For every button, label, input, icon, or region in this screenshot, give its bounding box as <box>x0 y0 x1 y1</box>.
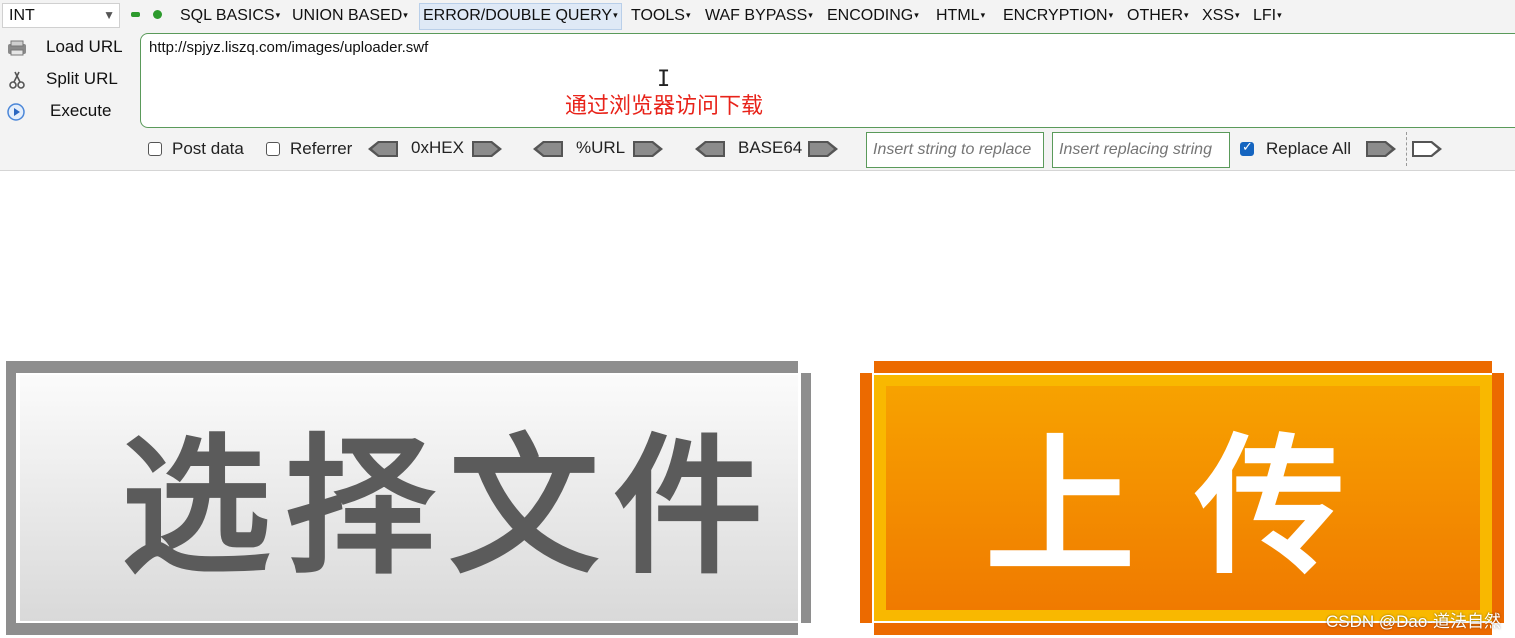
hex-encode-arrow-icon[interactable] <box>472 141 502 157</box>
menu-label: OTHER <box>1127 7 1183 24</box>
menu-encryption[interactable]: ENCRYPTION▾ <box>1000 3 1116 28</box>
replace-execute-arrow-icon[interactable] <box>1366 141 1396 157</box>
split-url-button[interactable]: Split URL <box>6 66 134 94</box>
url-encode-arrow-icon[interactable] <box>633 141 663 157</box>
menu-label: LFI <box>1253 7 1277 24</box>
menu-encoding[interactable]: ENCODING▾ <box>824 3 922 28</box>
type-select-value: INT <box>9 7 35 24</box>
replace-next-arrow-icon[interactable] <box>1412 141 1442 157</box>
menu-label: XSS <box>1202 7 1235 24</box>
menu-waf-bypass[interactable]: WAF BYPASS▾ <box>702 3 816 28</box>
menu-label: ERROR/DOUBLE QUERY <box>423 7 613 24</box>
replacing-string-input[interactable] <box>1052 132 1230 168</box>
url-decode-arrow-icon[interactable] <box>533 141 563 157</box>
menu-union-based[interactable]: UNION BASED▾ <box>289 3 411 28</box>
upload-label: 上传 <box>985 421 1406 595</box>
load-url-button[interactable]: Load URL <box>6 34 134 62</box>
base64-encode-arrow-icon[interactable] <box>808 141 838 157</box>
base64-label: BASE64 <box>738 138 803 157</box>
choose-file-label: 选择文件 <box>121 421 778 595</box>
menu-label: ENCODING <box>827 7 914 24</box>
menu-sql-basics[interactable]: SQL BASICS▾ <box>177 3 283 28</box>
menu-label: UNION BASED <box>292 7 403 24</box>
collapse-icon[interactable] <box>131 12 140 17</box>
menu-label: TOOLS <box>631 7 685 24</box>
replace-string-input[interactable] <box>866 132 1044 168</box>
load-url-label: Load URL <box>46 37 123 56</box>
watermark: CSDN @Dao-道法自然 <box>1326 612 1501 631</box>
upload-button[interactable]: 上传 <box>860 361 1505 636</box>
execute-label: Execute <box>50 101 112 120</box>
play-icon <box>7 103 25 121</box>
menu-html[interactable]: HTML▾ <box>933 3 988 28</box>
menu-label: ENCRYPTION <box>1003 7 1108 24</box>
hex-label: 0xHEX <box>411 138 464 157</box>
menu-lfi[interactable]: LFI▾ <box>1250 3 1285 28</box>
menu-label: SQL BASICS <box>180 7 275 24</box>
split-url-label: Split URL <box>46 69 118 88</box>
execute-button[interactable]: Execute <box>6 98 134 126</box>
load-url-icon <box>8 40 26 56</box>
choose-file-button[interactable]: 选择文件 <box>6 361 811 636</box>
hex-decode-arrow-icon[interactable] <box>368 141 398 157</box>
url-encode-label: %URL <box>576 138 626 157</box>
referrer-label: Referrer <box>290 139 353 158</box>
hackbar-toolbar: INT ▼ SQL BASICS▾ UNION BASED▾ ERROR/DOU… <box>0 0 1515 171</box>
menu-label: HTML <box>936 7 980 24</box>
options-row: Post data Referrer 0xHEX %URL BASE64 Rep… <box>0 132 1515 168</box>
expand-icon[interactable] <box>153 10 162 19</box>
menu-other[interactable]: OTHER▾ <box>1124 3 1192 28</box>
url-textarea[interactable]: http://spjyz.liszq.com/images/uploader.s… <box>140 33 1515 128</box>
type-select[interactable]: INT ▼ <box>2 3 120 28</box>
post-data-label: Post data <box>172 139 244 158</box>
post-data-checkbox[interactable] <box>148 142 162 156</box>
base64-decode-arrow-icon[interactable] <box>695 141 725 157</box>
menu-bar: INT ▼ SQL BASICS▾ UNION BASED▾ ERROR/DOU… <box>0 0 1515 31</box>
chevron-down-icon: ▼ <box>103 8 115 22</box>
url-text: http://spjyz.liszq.com/images/uploader.s… <box>149 39 429 56</box>
menu-xss[interactable]: XSS▾ <box>1199 3 1243 28</box>
separator <box>1406 132 1407 166</box>
annotation-text: 通过浏览器访问下载 <box>565 93 764 118</box>
menu-label: WAF BYPASS <box>705 7 808 24</box>
menu-error-double-query[interactable]: ERROR/DOUBLE QUERY▾ <box>419 3 622 30</box>
scissors-icon <box>9 71 25 89</box>
replace-all-checkbox[interactable] <box>1240 139 1254 156</box>
referrer-checkbox[interactable] <box>266 142 280 156</box>
menu-tools[interactable]: TOOLS▾ <box>628 3 693 28</box>
replace-all-label: Replace All <box>1266 139 1352 158</box>
